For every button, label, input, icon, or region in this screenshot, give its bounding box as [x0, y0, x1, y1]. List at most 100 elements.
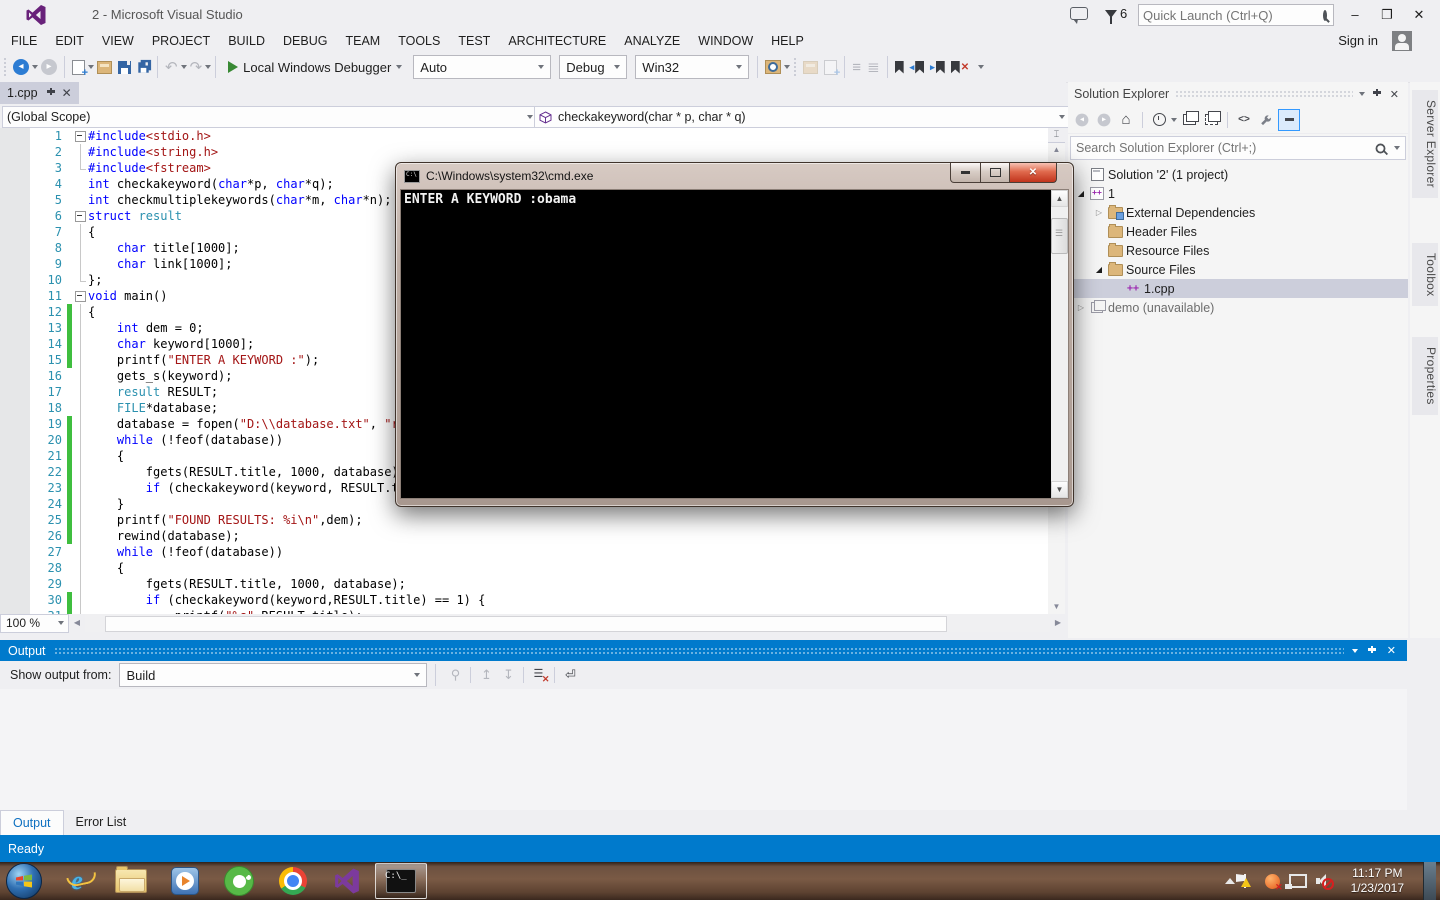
volume-muted-icon[interactable] [1316, 874, 1332, 888]
navigate-forward-button[interactable]: ▸ [38, 55, 60, 79]
indicator-margin[interactable] [0, 496, 30, 512]
se-search-input[interactable] [1071, 141, 1375, 155]
fold-toggle-icon[interactable] [75, 211, 86, 222]
menu-view[interactable]: VIEW [93, 30, 143, 52]
member-dropdown[interactable]: checkakeyword(char * p, char * q) [534, 106, 1072, 128]
output-source-combo[interactable]: Build [119, 663, 427, 687]
toolbar-overflow[interactable] [978, 65, 984, 69]
indicator-margin[interactable] [0, 256, 30, 272]
taskbar-internet-explorer[interactable]: e [51, 863, 103, 899]
hscroll-thumb[interactable] [105, 616, 947, 632]
code-line-25[interactable]: 25 printf("FOUND RESULTS: %i\n",dem); [0, 512, 1048, 528]
se-properties-button[interactable] [1256, 110, 1276, 130]
cmd-scroll-down[interactable]: ▼ [1051, 481, 1068, 498]
menu-debug[interactable]: DEBUG [274, 30, 336, 52]
menu-tools[interactable]: TOOLS [389, 30, 449, 52]
cmd-minimize-button[interactable] [950, 163, 981, 183]
tree-item-header-files[interactable]: Header Files [1068, 222, 1408, 241]
start-debugger-button[interactable]: Local Windows Debugger [220, 55, 405, 79]
output-content[interactable] [0, 689, 1407, 810]
indicator-margin[interactable] [0, 336, 30, 352]
menu-analyze[interactable]: ANALYZE [615, 30, 689, 52]
indicator-margin[interactable] [0, 384, 30, 400]
se-collapse-all-button[interactable] [1201, 110, 1221, 130]
cmd-scroll-thumb[interactable] [1051, 218, 1068, 254]
menu-architecture[interactable]: ARCHITECTURE [499, 30, 615, 52]
redo-button[interactable]: ↷ [187, 55, 206, 79]
indicator-margin[interactable] [0, 240, 30, 256]
new-file-button[interactable] [69, 55, 88, 79]
cmd-console[interactable]: ENTER A KEYWORD :obama ▲ ▼ [400, 189, 1069, 499]
panel-tab-error-list[interactable]: Error List [64, 810, 139, 835]
indicator-margin[interactable] [0, 432, 30, 448]
pin-icon[interactable] [45, 88, 55, 98]
solution-explorer-header[interactable]: Solution Explorer ✕ [1068, 82, 1408, 106]
se-back-button[interactable]: ◂ [1072, 110, 1092, 130]
expander-icon[interactable]: ▷ [1092, 208, 1106, 217]
fold-toggle-icon[interactable] [75, 131, 86, 142]
action-center-icon[interactable] [1244, 874, 1256, 888]
find-message-button[interactable]: ⚲ [444, 665, 466, 685]
code-line-29[interactable]: 29 fgets(RESULT.title, 1000, database); [0, 576, 1048, 592]
antivirus-tray-icon[interactable] [1265, 874, 1280, 889]
scroll-down-arrow[interactable]: ▼ [1048, 599, 1065, 614]
indicator-margin[interactable] [0, 192, 30, 208]
word-wrap-button[interactable]: ⏎ [559, 665, 581, 685]
close-button[interactable]: ✕ [1406, 6, 1432, 24]
indicator-margin[interactable] [0, 368, 30, 384]
indicator-margin[interactable] [0, 160, 30, 176]
indicator-margin[interactable] [0, 464, 30, 480]
indicator-margin[interactable] [0, 416, 30, 432]
restore-button[interactable]: ❐ [1374, 6, 1400, 24]
minimize-button[interactable]: – [1342, 6, 1368, 24]
editor-horizontal-scrollbar[interactable] [85, 614, 1050, 632]
indicator-margin[interactable] [0, 448, 30, 464]
indicator-margin[interactable] [0, 304, 30, 320]
add-item-button[interactable] [94, 55, 115, 79]
cmd-window[interactable]: C:\ C:\Windows\system32\cmd.exe ✕ ENTER … [395, 162, 1074, 507]
user-avatar-icon[interactable] [1392, 31, 1412, 51]
se-pending-changes-filter-button[interactable] [1149, 110, 1169, 130]
se-filter-dropdown[interactable] [1171, 118, 1177, 122]
code-line-2[interactable]: 2#include<string.h> [0, 144, 1048, 160]
editor-splitter-handle[interactable]: ⌶ [1048, 128, 1065, 143]
find-in-files-button[interactable] [762, 55, 784, 79]
tab-close-icon[interactable]: ✕ [62, 88, 72, 98]
output-menu-icon[interactable] [1352, 649, 1358, 653]
taskbar-clock[interactable]: 11:17 PM 1/23/2017 [1341, 866, 1414, 896]
previous-bookmark-button[interactable]: ◂ [907, 55, 928, 79]
side-tab-properties[interactable]: Properties [1412, 337, 1438, 415]
fold-toggle-icon[interactable] [75, 291, 86, 302]
decrease-indent-button[interactable]: ≡ [849, 55, 864, 79]
side-tab-toolbox[interactable]: Toolbox [1412, 243, 1438, 306]
indicator-margin[interactable] [0, 480, 30, 496]
tree-item-source-files[interactable]: ◢Source Files [1068, 260, 1408, 279]
taskbar-cmd-active[interactable]: C:\_ [375, 863, 427, 899]
se-search-dropdown[interactable] [1394, 146, 1400, 150]
undo-button[interactable]: ↶ [162, 55, 181, 79]
find-dropdown[interactable] [784, 65, 790, 69]
clear-bookmarks-button[interactable]: ✕ [948, 55, 972, 79]
indicator-margin[interactable] [0, 320, 30, 336]
indicator-margin[interactable] [0, 560, 30, 576]
indicator-margin[interactable] [0, 512, 30, 528]
scope-dropdown[interactable]: (Global Scope) [2, 106, 540, 128]
feedback-icon[interactable] [1070, 7, 1088, 20]
taskbar-visual-studio[interactable] [321, 863, 373, 899]
expander-icon[interactable]: ▷ [1074, 303, 1088, 312]
show-desktop-button[interactable] [1423, 862, 1436, 900]
quick-launch-input[interactable] [1139, 8, 1323, 23]
panel-pin-icon[interactable] [1371, 89, 1381, 99]
indicator-margin[interactable] [0, 272, 30, 288]
indicator-margin[interactable] [0, 352, 30, 368]
platform-combo[interactable]: Win32 [635, 55, 749, 79]
tree-item-solution-2-1-project-[interactable]: Solution '2' (1 project) [1068, 165, 1408, 184]
tree-item-resource-files[interactable]: Resource Files [1068, 241, 1408, 260]
panel-close-icon[interactable]: ✕ [1387, 88, 1402, 101]
comment-button[interactable] [800, 55, 821, 79]
menu-help[interactable]: HELP [762, 30, 813, 52]
cmd-scroll-up[interactable]: ▲ [1051, 190, 1068, 207]
notifications-button[interactable]: 6 [1105, 6, 1127, 21]
configuration-combo[interactable]: Debug [559, 55, 627, 79]
taskbar-chrome[interactable] [267, 863, 319, 899]
